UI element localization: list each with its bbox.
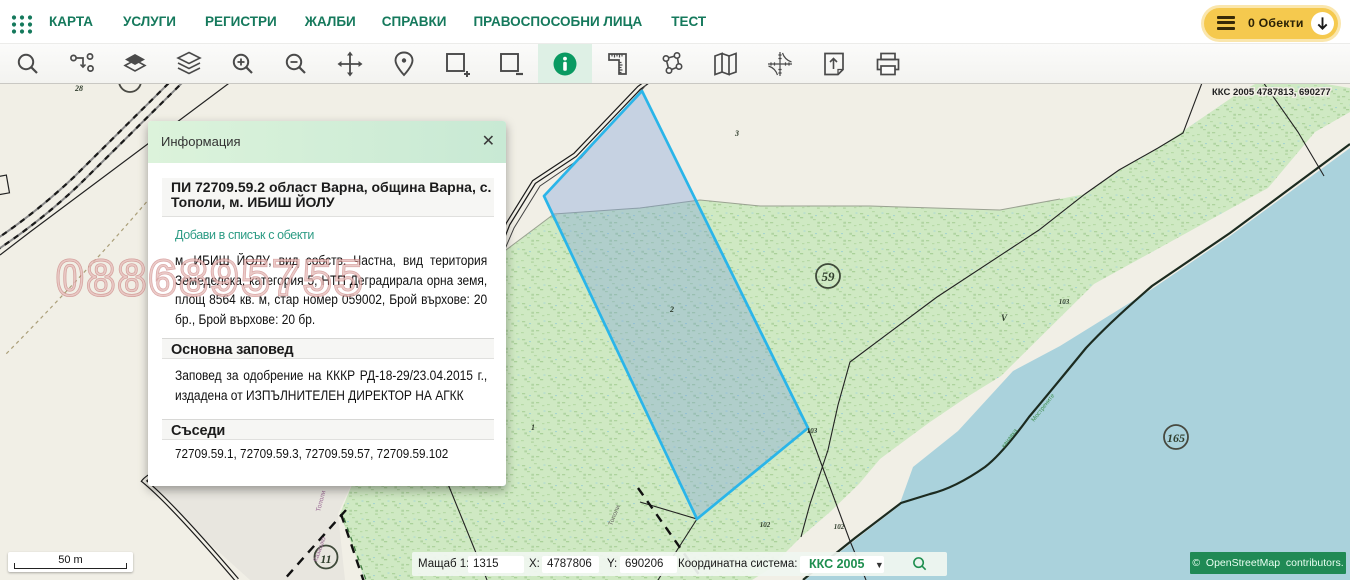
svg-text:103: 103	[1059, 298, 1070, 306]
svg-text:11: 11	[320, 552, 331, 566]
svg-text:2: 2	[669, 305, 674, 314]
svg-text:102: 102	[834, 523, 845, 531]
svg-text:3: 3	[734, 129, 739, 138]
svg-text:102: 102	[760, 521, 771, 529]
svg-text:103: 103	[807, 427, 818, 435]
svg-text:ККС 2005 4787813, 690277: ККС 2005 4787813, 690277	[1212, 87, 1331, 98]
svg-text:28: 28	[74, 84, 83, 93]
svg-text:59: 59	[822, 269, 836, 284]
svg-text:165: 165	[1167, 431, 1185, 445]
svg-text:1: 1	[531, 423, 535, 432]
svg-text:V: V	[1001, 313, 1008, 323]
